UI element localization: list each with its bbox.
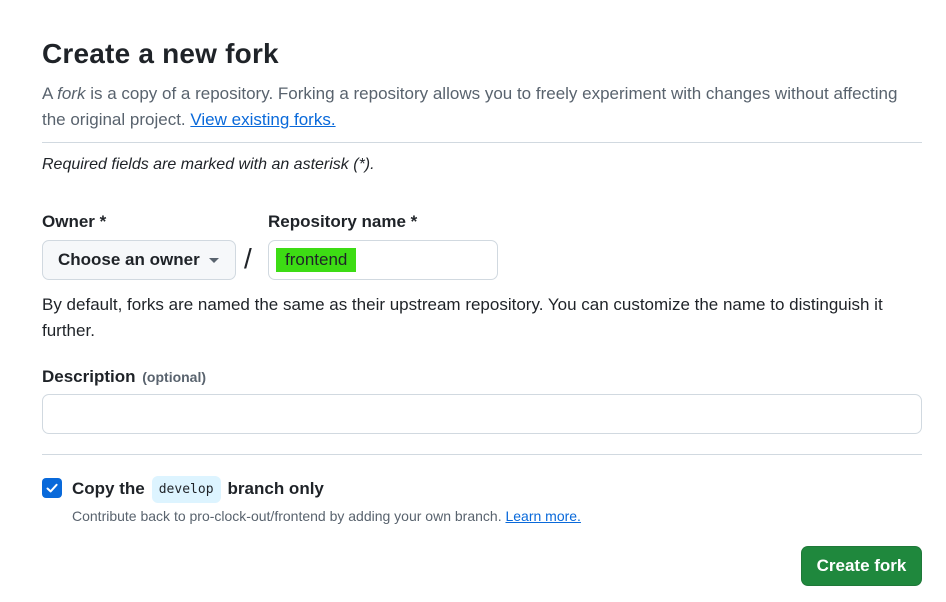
copy-branch-label[interactable]: Copy the develop branch only: [72, 474, 324, 504]
description-label-text: Description: [42, 367, 136, 386]
description-label: Description (optional): [42, 367, 206, 387]
fork-term: fork: [57, 84, 86, 103]
owner-repo-separator: /: [244, 243, 252, 274]
optional-tag: (optional): [142, 369, 207, 385]
owner-dropdown[interactable]: Choose an owner: [42, 240, 236, 280]
repository-name-value: frontend: [276, 248, 357, 272]
required-fields-note: Required fields are marked with an aster…: [42, 156, 375, 173]
repository-name-label: Repository name *: [268, 212, 418, 231]
repository-name-input[interactable]: frontend: [268, 240, 498, 280]
page-subtitle: A fork is a copy of a repository. Forkin…: [42, 81, 902, 133]
description-input[interactable]: [42, 394, 922, 434]
check-icon: [46, 483, 58, 493]
branch-name: develop: [151, 475, 221, 503]
copy-branch-suffix: branch only: [227, 479, 324, 498]
copy-branch-checkbox[interactable]: [42, 478, 62, 498]
view-existing-forks-link[interactable]: View existing forks.: [190, 110, 335, 129]
repository-name-help: By default, forks are named the same as …: [42, 295, 883, 340]
divider: [42, 454, 922, 455]
owner-dropdown-value: Choose an owner: [58, 250, 200, 269]
create-fork-button[interactable]: Create fork: [801, 546, 922, 586]
owner-label: Owner *: [42, 212, 107, 231]
copy-branch-prefix: Copy the: [72, 479, 145, 498]
page-title: Create a new fork: [42, 38, 279, 69]
triangle-down-icon: [209, 258, 219, 263]
copy-branch-help: Contribute back to pro-clock-out/fronten…: [72, 508, 581, 524]
copy-branch-help-text: Contribute back to pro-clock-out/fronten…: [72, 508, 502, 524]
learn-more-link[interactable]: Learn more.: [505, 508, 580, 524]
divider: [42, 142, 922, 143]
subtitle-text: is a copy of a repository. Forking a rep…: [42, 84, 898, 129]
subtitle-prefix: A: [42, 84, 58, 103]
